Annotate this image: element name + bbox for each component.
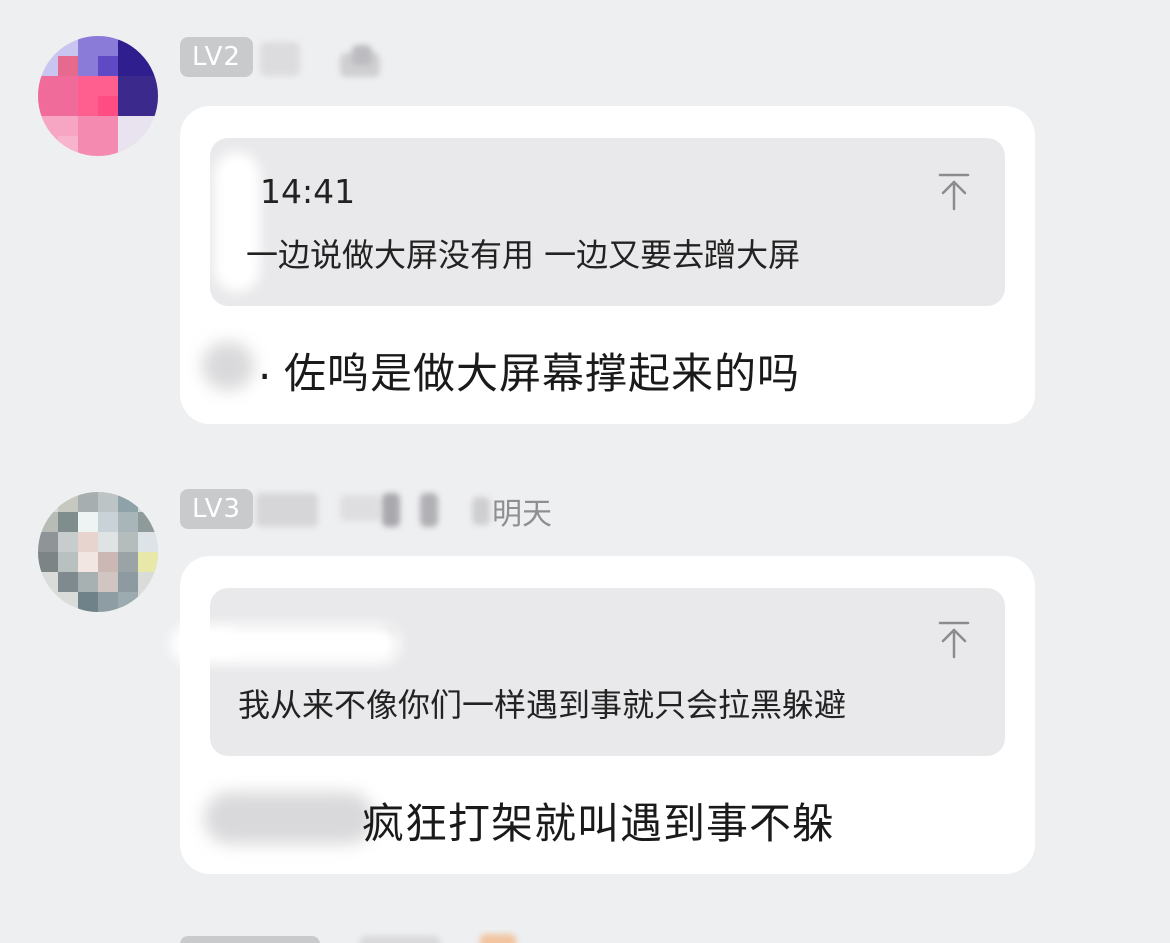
level-badge (180, 936, 320, 943)
avatar[interactable] (38, 36, 158, 156)
quoted-message[interactable]: 14:41 一边说做大屏没有用 一边又要去蹭大屏 (210, 138, 1005, 306)
reply-prefix: . (258, 340, 273, 389)
message-bubble[interactable]: 14:41 一边说做大屏没有用 一边又要去蹭大屏 . 佐鸣是做大屏幕撑起来的吗 (180, 106, 1035, 424)
blurred-username (480, 934, 516, 943)
blurred-username (420, 493, 438, 527)
pin-to-top-icon[interactable] (937, 172, 971, 212)
chat-message-partial (0, 930, 1170, 943)
sender-name-row[interactable]: LV2 (180, 37, 580, 77)
level-badge: LV2 (180, 37, 253, 77)
blurred-username (360, 936, 440, 943)
sender-name-suffix: 明天 (492, 497, 552, 532)
sender-name-row[interactable]: LV3 明天 (180, 489, 600, 532)
blurred-username (472, 497, 490, 525)
blurred-username (256, 493, 318, 527)
pin-to-top-icon[interactable] (937, 620, 971, 660)
blurred-username (340, 495, 380, 521)
chat-message: LV2 14:41 一边说做大屏没有用 一边又要去蹭大屏 . 佐鸣是做大屏幕撑起… (0, 0, 1170, 440)
reply-text: 疯狂打架就叫遇到事不躲 (362, 799, 836, 848)
blurred-region (204, 792, 374, 844)
blurred-region (170, 624, 400, 664)
level-badge: LV3 (180, 489, 253, 529)
blurred-region (202, 342, 254, 390)
blurred-username (260, 42, 300, 76)
blurred-username (382, 493, 400, 527)
quote-timestamp: 14:41 (260, 172, 356, 211)
avatar[interactable] (38, 492, 158, 612)
quote-text: 我从来不像你们一样遇到事就只会拉黑躲避 (238, 686, 847, 724)
message-bubble[interactable]: 我从来不像你们一样遇到事就只会拉黑躲避 疯狂打架就叫遇到事不躲 (170, 556, 1035, 874)
reply-text: 佐鸣是做大屏幕撑起来的吗 (284, 349, 801, 398)
quote-text: 一边说做大屏没有用 一边又要去蹭大屏 (246, 236, 801, 274)
quoted-message[interactable]: 我从来不像你们一样遇到事就只会拉黑躲避 (170, 588, 1005, 756)
blurred-username (352, 45, 372, 65)
chat-message: LV3 明天 我从来不像你们一样遇到事就只会拉黑躲避 疯狂打架就叫遇到事不躲 (0, 440, 1170, 943)
